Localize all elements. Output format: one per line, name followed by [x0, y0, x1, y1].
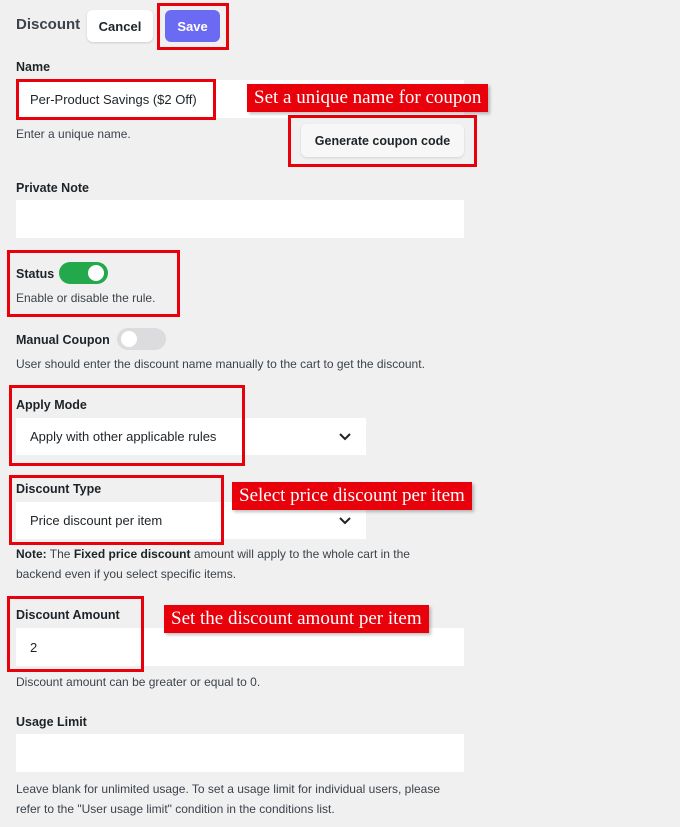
usage-limit-input[interactable]: [16, 734, 464, 772]
discount-type-value: Price discount per item: [30, 513, 163, 528]
apply-mode-label: Apply Mode: [16, 398, 87, 412]
discount-amount-label: Discount Amount: [16, 608, 120, 622]
manual-coupon-toggle-knob: [121, 331, 137, 347]
discount-type-note: Note: The Fixed price discount amount wi…: [16, 544, 456, 584]
name-label: Name: [16, 60, 51, 74]
discount-type-callout: Select price discount per item: [232, 482, 472, 510]
save-button[interactable]: Save: [165, 10, 220, 42]
name-help: Enter a unique name.: [16, 127, 131, 141]
name-callout: Set a unique name for coupon: [247, 84, 489, 112]
discount-amount-callout: Set the discount amount per item: [164, 605, 429, 633]
status-toggle[interactable]: [59, 262, 108, 284]
discount-amount-input[interactable]: [16, 628, 464, 666]
status-toggle-knob: [88, 265, 104, 281]
cancel-button[interactable]: Cancel: [87, 10, 153, 42]
chevron-down-icon: [338, 514, 352, 528]
note-prefix: Note:: [16, 547, 47, 561]
discount-type-label: Discount Type: [16, 482, 102, 496]
generate-coupon-button[interactable]: Generate coupon code: [301, 124, 464, 157]
status-help: Enable or disable the rule.: [16, 291, 156, 305]
usage-limit-label: Usage Limit: [16, 715, 87, 729]
manual-coupon-toggle[interactable]: [117, 328, 166, 350]
note-bold: Fixed price discount: [73, 547, 191, 561]
note-text-1: The: [46, 547, 74, 561]
private-note-label: Private Note: [16, 181, 89, 195]
manual-coupon-help: User should enter the discount name manu…: [16, 357, 425, 371]
apply-mode-select[interactable]: Apply with other applicable rules: [16, 418, 366, 455]
page-title: Discount: [16, 16, 81, 33]
discount-amount-help: Discount amount can be greater or equal …: [16, 675, 261, 689]
chevron-down-icon: [338, 430, 352, 444]
manual-coupon-label: Manual Coupon: [16, 333, 110, 347]
apply-mode-value: Apply with other applicable rules: [30, 429, 217, 444]
usage-limit-help: Leave blank for unlimited usage. To set …: [16, 782, 441, 816]
private-note-input[interactable]: [16, 200, 464, 238]
status-label: Status: [16, 267, 55, 281]
